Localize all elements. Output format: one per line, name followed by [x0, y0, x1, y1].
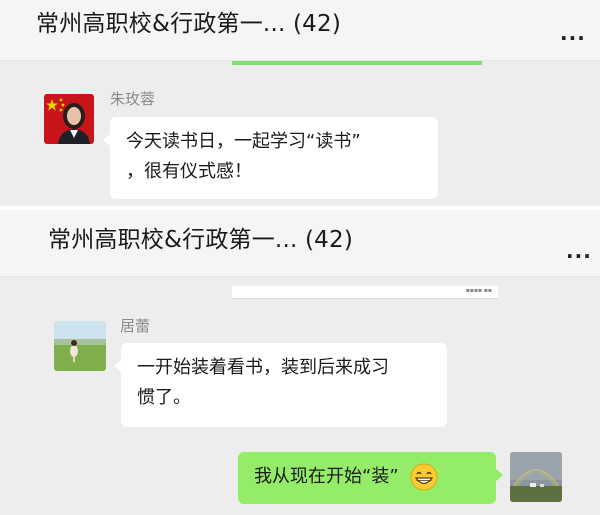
message-text-line-2: ，很有仪式感！: [126, 161, 252, 182]
chat-screenshot-bottom: 常州高职校&行政第一... (42) ... ▪▪▪▪ ▪▪ 居蕾 一开始装着看…: [0, 210, 600, 515]
message-text-line-2: 惯了。: [137, 387, 191, 408]
scroll-indicator: [232, 61, 482, 65]
message-bubble[interactable]: 今天读书日，一起学习“读书” ，很有仪式感！: [103, 117, 438, 199]
avatar-portrait-flag-icon: [44, 94, 94, 144]
message-text-line-1: 一开始装着看书，装到后来成习: [137, 357, 389, 378]
message-text-line-1: 今天读书日，一起学习“读书”: [126, 131, 361, 152]
sent-message-text: 我从现在开始“装”: [254, 466, 399, 487]
avatar-meadow-icon: [54, 321, 106, 371]
avatar-rainbow-landscape-icon: [510, 452, 562, 502]
more-options-icon[interactable]: ...: [560, 23, 586, 43]
chat-screenshot-top: 常州高职校&行政第一... (42) ... 朱玫蓉 今天读书日，一起学习“读书…: [0, 0, 600, 206]
more-options-icon[interactable]: ...: [566, 241, 592, 261]
my-avatar[interactable]: [510, 452, 562, 502]
avatar[interactable]: [54, 321, 106, 371]
message-bubble[interactable]: 一开始装着看书，装到后来成习 惯了。: [114, 343, 447, 427]
chat-title: 常州高职校&行政第一... (42): [36, 11, 341, 37]
sent-message-bubble[interactable]: 我从现在开始“装”: [238, 452, 503, 504]
chat-title: 常州高职校&行政第一... (42): [48, 227, 353, 253]
sender-name: 朱玫蓉: [110, 90, 156, 108]
avatar[interactable]: [44, 94, 94, 144]
grinning-face-icon: [410, 463, 438, 491]
chat-header: 常州高职校&行政第一... (42) ...: [0, 210, 600, 277]
chat-header: 常州高职校&行政第一... (42) ...: [0, 0, 600, 61]
previous-message-strip: ▪▪▪▪ ▪▪: [232, 286, 498, 299]
sender-name: 居蕾: [120, 317, 151, 335]
strip-text-icon: ▪▪▪▪ ▪▪: [465, 287, 492, 294]
